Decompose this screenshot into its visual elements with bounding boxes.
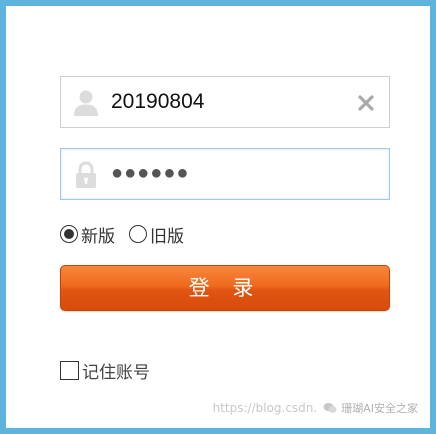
user-icon [74, 90, 98, 116]
version-option-old[interactable]: 旧版 [129, 222, 184, 247]
wechat-icon [323, 403, 337, 413]
username-value[interactable]: 20190804 [111, 77, 204, 127]
close-icon[interactable] [357, 94, 375, 112]
version-selector: 新版 旧版 [60, 222, 198, 247]
remember-label: 记住账号 [82, 363, 150, 383]
password-field[interactable]: ●●●●●● [60, 148, 390, 200]
remember-checkbox[interactable] [60, 361, 79, 380]
watermark-brand: 珊瑚AI安全之家 [341, 402, 418, 415]
version-option-new[interactable]: 新版 [60, 222, 115, 247]
lock-icon [76, 161, 96, 188]
password-value[interactable]: ●●●●●● [111, 148, 189, 198]
login-button[interactable]: 登 录 [60, 265, 390, 311]
login-panel: 20190804 ●●●●●● 新版 旧版 登 录 记住账号 https://b… [0, 0, 436, 434]
radio-old-version[interactable] [129, 225, 147, 243]
version-label-new: 新版 [81, 226, 115, 247]
remember-account[interactable]: 记住账号 [60, 358, 150, 383]
version-label-old: 旧版 [150, 226, 184, 247]
username-field[interactable]: 20190804 [60, 76, 390, 128]
radio-new-version[interactable] [60, 225, 78, 243]
watermark-url: https://blog.csdn. [212, 401, 318, 415]
watermark: https://blog.csdn. 珊瑚AI安全之家 [213, 400, 418, 416]
